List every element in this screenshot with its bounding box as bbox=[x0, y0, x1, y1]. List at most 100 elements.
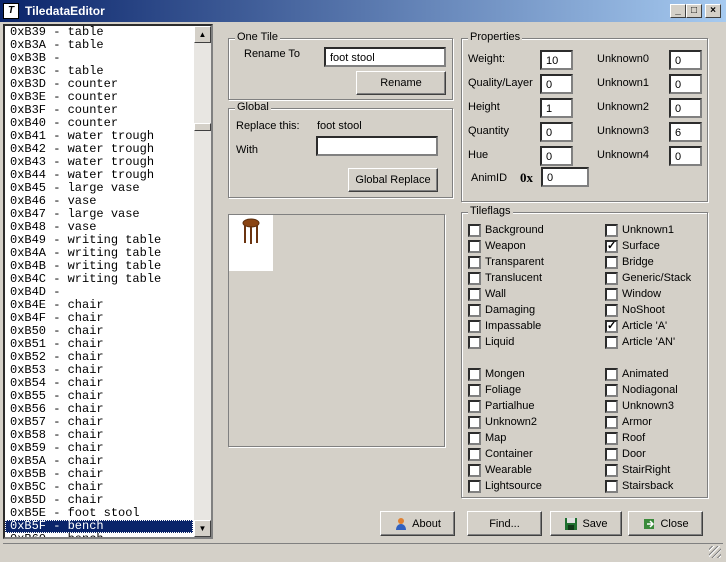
rename-input[interactable]: foot stool bbox=[324, 47, 446, 67]
minimize-button[interactable]: _ bbox=[670, 4, 686, 18]
flag-checkbox[interactable] bbox=[605, 432, 618, 445]
title-bar: T TiledataEditor _ □ × bbox=[0, 0, 726, 22]
unknown-input[interactable]: 0 bbox=[669, 98, 702, 118]
flag-label: Generic/Stack bbox=[622, 272, 692, 284]
foot-stool-icon bbox=[242, 218, 260, 244]
properties-group: Properties Weight: 10 Quality/Layer 0 Heig… bbox=[461, 31, 708, 202]
flag-checkbox[interactable] bbox=[468, 288, 481, 301]
flag-label: Bridge bbox=[622, 256, 654, 268]
flag-label: Liquid bbox=[485, 336, 515, 348]
tile-list-item[interactable]: 0xB60 - bench bbox=[5, 533, 193, 538]
flag-label: Article 'A' bbox=[622, 320, 668, 332]
scroll-down-icon[interactable]: ▼ bbox=[194, 520, 211, 537]
property-input[interactable]: 0 bbox=[540, 74, 573, 94]
flag-label: Animated bbox=[622, 368, 669, 380]
flag-label: Roof bbox=[622, 432, 646, 444]
maximize-button[interactable]: □ bbox=[686, 4, 702, 18]
flag-checkbox[interactable] bbox=[468, 480, 481, 493]
properties-title: Properties bbox=[468, 31, 523, 43]
flag-checkbox[interactable] bbox=[605, 384, 618, 397]
flag-checkbox[interactable] bbox=[605, 448, 618, 461]
property-label: Quality/Layer bbox=[468, 77, 533, 89]
flag-checkbox[interactable] bbox=[468, 304, 481, 317]
flag-label: Impassable bbox=[485, 320, 542, 332]
flag-checkbox[interactable] bbox=[468, 464, 481, 477]
global-replace-button[interactable]: Global Replace bbox=[348, 168, 438, 192]
flag-checkbox[interactable] bbox=[468, 448, 481, 461]
flag-label: Wearable bbox=[485, 464, 532, 476]
flag-checkbox[interactable] bbox=[605, 368, 618, 381]
tileflags-group: Tileflags Background Weapon Transparent … bbox=[461, 205, 708, 498]
flag-label: Container bbox=[485, 448, 533, 460]
flag-checkbox[interactable] bbox=[468, 416, 481, 429]
rename-label: Rename To bbox=[244, 48, 301, 60]
flag-checkbox[interactable] bbox=[468, 432, 481, 445]
property-label: Quantity bbox=[468, 125, 509, 137]
property-input[interactable]: 0 bbox=[540, 122, 573, 142]
unknown-label: Unknown0 bbox=[597, 53, 649, 65]
property-input[interactable]: 10 bbox=[540, 50, 573, 70]
property-input[interactable]: 1 bbox=[540, 98, 573, 118]
flag-checkbox[interactable] bbox=[468, 224, 481, 237]
find-button[interactable]: Find... bbox=[467, 511, 542, 536]
flag-checkbox[interactable] bbox=[605, 272, 618, 285]
flag-label: Background bbox=[485, 224, 544, 236]
animid-input[interactable]: 0 bbox=[541, 167, 589, 187]
flag-checkbox[interactable] bbox=[605, 288, 618, 301]
flag-label: StairRight bbox=[622, 464, 671, 476]
flag-checkbox[interactable]: ✓ bbox=[605, 240, 618, 253]
exit-icon bbox=[644, 518, 655, 529]
flag-checkbox[interactable] bbox=[468, 336, 481, 349]
flag-checkbox[interactable] bbox=[605, 224, 618, 237]
flag-checkbox[interactable] bbox=[468, 320, 481, 333]
flag-label: Weapon bbox=[485, 240, 526, 252]
property-label: Height bbox=[468, 101, 500, 113]
scroll-thumb[interactable] bbox=[194, 123, 211, 131]
flag-checkbox[interactable] bbox=[605, 464, 618, 477]
flag-checkbox[interactable] bbox=[605, 400, 618, 413]
flag-label: Partialhue bbox=[485, 400, 535, 412]
animid-prefix: 0x bbox=[520, 170, 533, 185]
with-input[interactable] bbox=[316, 136, 438, 156]
unknown-input[interactable]: 0 bbox=[669, 146, 702, 166]
one-tile-title: One Tile bbox=[235, 31, 280, 43]
flag-checkbox[interactable] bbox=[605, 416, 618, 429]
close-window-button[interactable]: × bbox=[705, 4, 721, 18]
flag-checkbox[interactable]: ✓ bbox=[605, 320, 618, 333]
close-label: Close bbox=[660, 517, 689, 530]
flag-checkbox[interactable] bbox=[468, 384, 481, 397]
flag-checkbox[interactable] bbox=[605, 480, 618, 493]
tileflags-title: Tileflags bbox=[468, 205, 513, 217]
about-label: About bbox=[412, 517, 441, 530]
flag-label: Damaging bbox=[485, 304, 536, 316]
flag-checkbox[interactable] bbox=[605, 304, 618, 317]
flag-checkbox[interactable] bbox=[468, 368, 481, 381]
scroll-up-icon[interactable]: ▲ bbox=[194, 26, 211, 43]
tile-preview-area bbox=[228, 214, 445, 447]
flag-checkbox[interactable] bbox=[605, 256, 618, 269]
flag-checkbox[interactable] bbox=[605, 336, 618, 349]
replace-this-value: foot stool bbox=[317, 120, 362, 132]
flag-label: Armor bbox=[622, 416, 652, 428]
property-input[interactable]: 0 bbox=[540, 146, 573, 166]
close-button[interactable]: Close bbox=[628, 511, 703, 536]
global-group: Global Replace this: foot stool With Glo… bbox=[228, 101, 453, 198]
flag-checkbox[interactable] bbox=[468, 240, 481, 253]
flag-checkbox[interactable] bbox=[468, 272, 481, 285]
unknown-input[interactable]: 0 bbox=[669, 50, 702, 70]
unknown-label: Unknown3 bbox=[597, 125, 649, 137]
flag-checkbox[interactable] bbox=[468, 256, 481, 269]
resize-grip-icon[interactable] bbox=[709, 546, 721, 558]
save-button[interactable]: Save bbox=[550, 511, 622, 536]
unknown-label: Unknown4 bbox=[597, 149, 649, 161]
tile-listbox[interactable]: 0xB39 - table 0xB3A - table 0xB3B -0xB3C -… bbox=[3, 24, 213, 539]
flag-checkbox[interactable] bbox=[468, 400, 481, 413]
flag-label: Door bbox=[622, 448, 646, 460]
unknown-input[interactable]: 6 bbox=[669, 122, 702, 142]
rename-button[interactable]: Rename bbox=[356, 71, 446, 95]
flag-label: NoShoot bbox=[622, 304, 665, 316]
list-scrollbar[interactable]: ▲ ▼ bbox=[194, 26, 211, 537]
unknown-input[interactable]: 0 bbox=[669, 74, 702, 94]
tile-list-items: 0xB39 - table 0xB3A - table 0xB3B -0xB3C -… bbox=[5, 26, 193, 537]
about-button[interactable]: About bbox=[380, 511, 455, 536]
